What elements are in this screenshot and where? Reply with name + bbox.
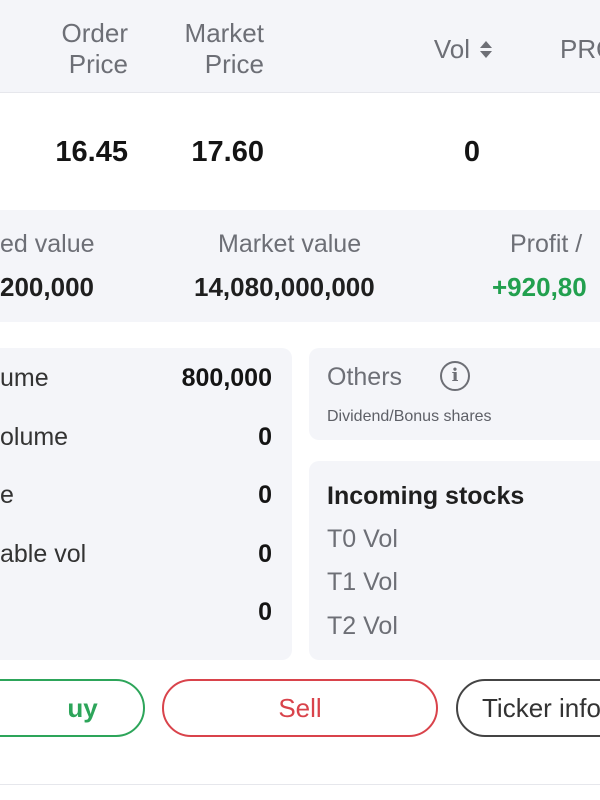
volume-row-label: e xyxy=(0,481,14,509)
others-title: Others xyxy=(327,363,403,391)
header-market-price: Market Price xyxy=(184,18,264,79)
volume-row-label: able vol xyxy=(0,540,87,568)
sell-button-label: Sell xyxy=(278,692,322,723)
incoming-stocks-card: Incoming stocks T0 Vol T1 Vol T2 Vol xyxy=(309,461,600,660)
volume-row: ume 800,000 xyxy=(0,364,292,404)
table-header: Order Price Market Price Vol PRO xyxy=(0,0,600,93)
volume-row-label: ume xyxy=(0,364,49,392)
header-pro: PRO xyxy=(560,34,600,64)
t1-vol-label: T1 Vol xyxy=(327,568,398,596)
divider xyxy=(0,784,600,785)
sort-icon[interactable] xyxy=(480,41,492,58)
ticker-info-button-label: Ticker info xyxy=(482,692,600,723)
volume-row: able vol 0 xyxy=(0,540,292,580)
volume-row-value: 0 xyxy=(258,481,272,509)
volume-row-value: 0 xyxy=(258,540,272,568)
cost-value: 200,000 xyxy=(0,272,94,302)
portfolio-detail: Order Price Market Price Vol PRO 16.45 1… xyxy=(0,0,600,800)
volume-row-value: 0 xyxy=(258,423,272,451)
header-order-price: Order Price xyxy=(61,18,128,79)
order-price-value: 16.45 xyxy=(55,136,128,168)
volume-row-label: olume xyxy=(0,423,69,451)
volume-row: olume 0 xyxy=(0,423,292,463)
volume-row-value: 0 xyxy=(258,598,272,626)
market-price-value: 17.60 xyxy=(191,136,264,168)
market-value: 14,080,000,000 xyxy=(194,272,375,302)
profit-label: Profit / xyxy=(510,230,583,258)
header-vol-label: Vol xyxy=(433,34,470,64)
t0-vol-label: T0 Vol xyxy=(327,525,398,553)
profit-value: +920,80 xyxy=(492,272,587,302)
buy-button[interactable]: uy xyxy=(0,679,145,737)
incoming-stocks-title: Incoming stocks xyxy=(327,482,525,510)
volume-row: 0 xyxy=(0,598,292,638)
market-value-label: Market value xyxy=(218,230,362,258)
buy-button-label: uy xyxy=(67,692,98,723)
vol-value: 0 xyxy=(463,136,480,168)
volume-row-value: 800,000 xyxy=(181,364,272,392)
summary-panel: ed value 200,000 Market value 14,080,000… xyxy=(0,210,600,322)
dividend-bonus-label: Dividend/Bonus shares xyxy=(327,408,492,425)
header-vol-sort[interactable]: Vol xyxy=(400,34,492,65)
others-card[interactable]: Others i Dividend/Bonus shares xyxy=(309,348,600,440)
volume-row: e 0 xyxy=(0,481,292,521)
volume-card: ume 800,000 olume 0 e 0 able vol 0 0 xyxy=(0,348,292,660)
t2-vol-label: T2 Vol xyxy=(327,612,398,640)
cost-value-label: ed value xyxy=(0,230,95,258)
table-row[interactable]: 16.45 17.60 0 xyxy=(0,93,600,209)
info-icon[interactable]: i xyxy=(440,361,470,391)
ticker-info-button[interactable]: Ticker info xyxy=(456,679,600,737)
sell-button[interactable]: Sell xyxy=(162,679,438,737)
